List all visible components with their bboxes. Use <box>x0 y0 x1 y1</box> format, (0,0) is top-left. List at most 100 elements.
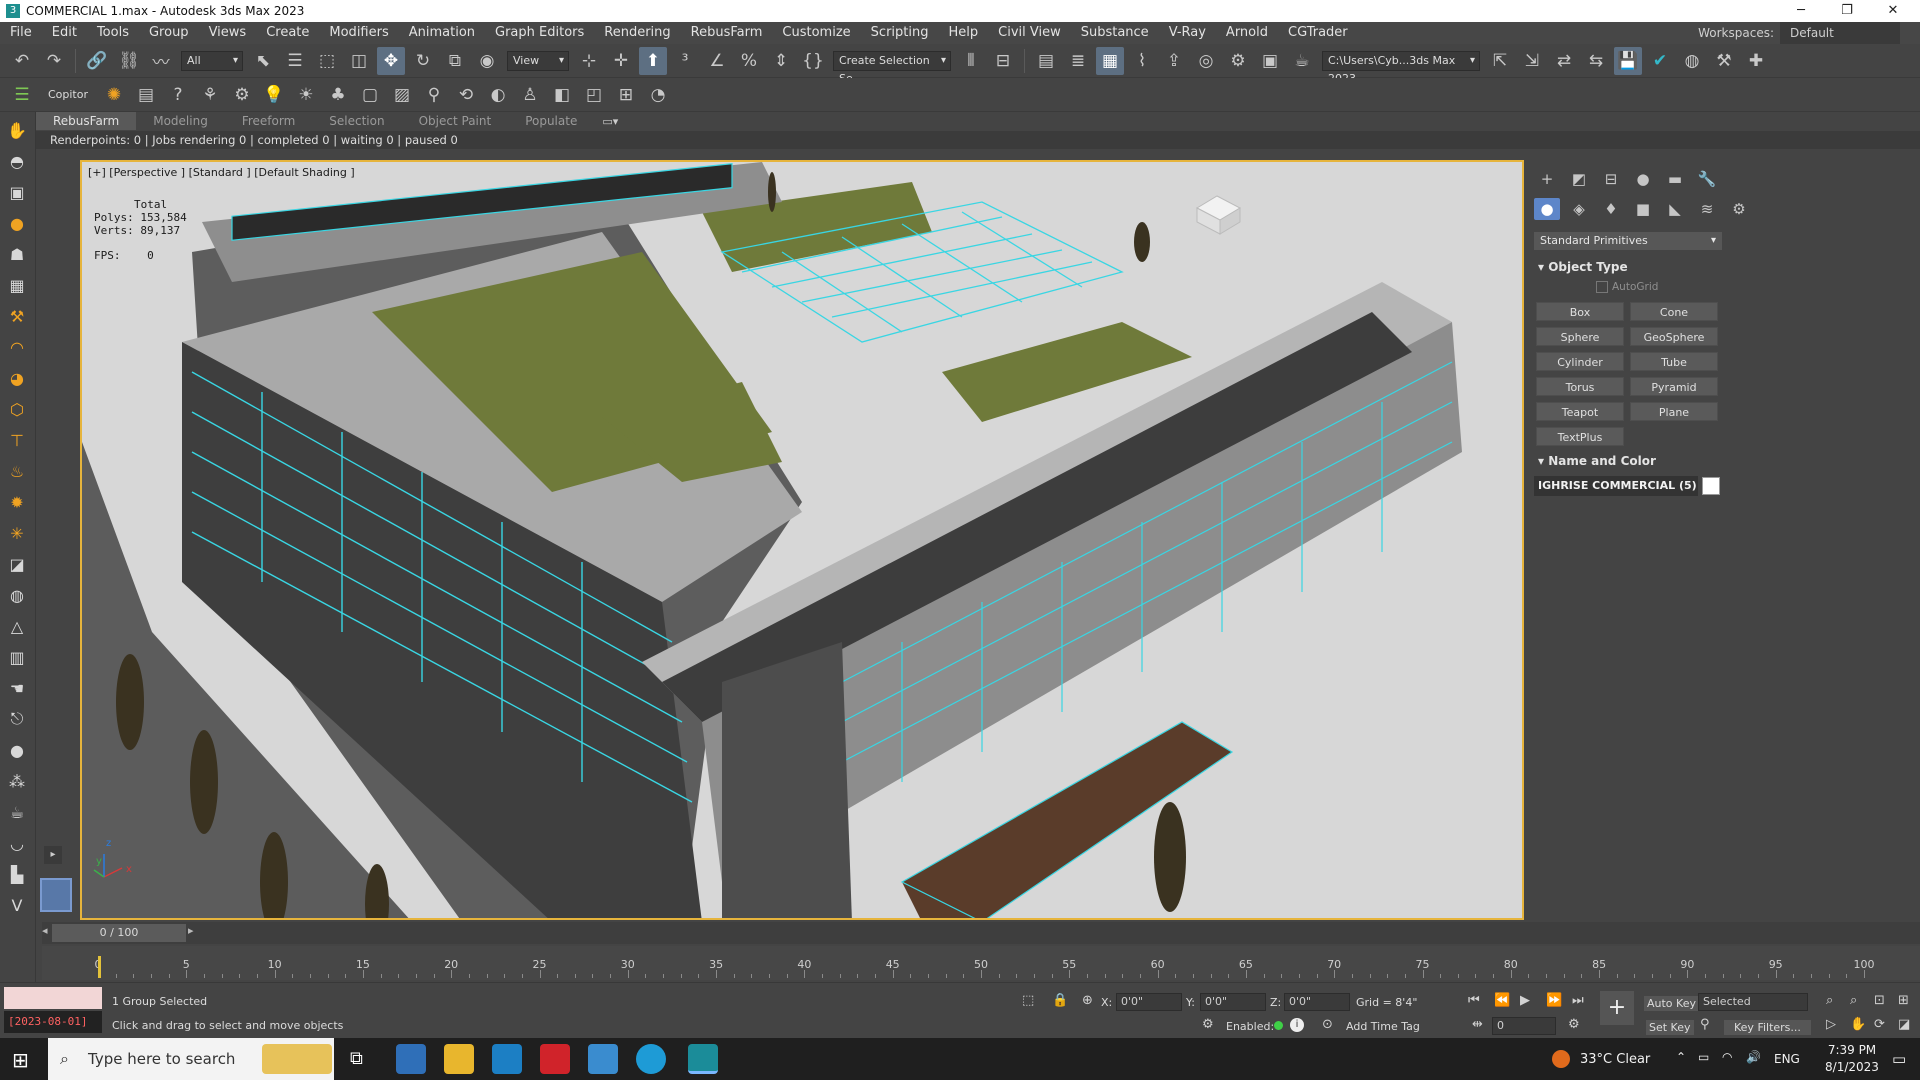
menu-graph-editors[interactable]: Graph Editors <box>485 22 594 44</box>
absolute-mode-icon[interactable]: ⊕ <box>1082 993 1093 1008</box>
rect-selection-region-icon[interactable]: ⬚ <box>313 47 341 75</box>
menu-views[interactable]: Views <box>199 22 257 44</box>
utilities-tab-icon[interactable]: 🔧 <box>1694 168 1720 190</box>
tab-populate[interactable]: Populate <box>508 112 594 130</box>
grid-icon[interactable]: ⊞ <box>612 81 640 109</box>
ribbon-options-icon[interactable]: ▭▾ <box>602 115 618 128</box>
curve-editor-icon[interactable]: ⌇ <box>1128 47 1156 75</box>
box-icon[interactable]: ▣ <box>4 179 30 205</box>
help-icon[interactable]: ? <box>164 81 192 109</box>
vray-icon[interactable]: V <box>4 892 30 918</box>
menu-animation[interactable]: Animation <box>399 22 485 44</box>
torus-button[interactable]: Torus <box>1536 377 1624 396</box>
current-frame-marker[interactable] <box>98 956 101 978</box>
time-slider-thumb[interactable]: 0 / 100 <box>52 924 186 942</box>
table-icon[interactable]: ⊤ <box>4 427 30 453</box>
unlink-icon[interactable]: ⛓ <box>115 47 143 75</box>
acrobat-app-icon[interactable] <box>540 1044 570 1074</box>
hand-icon[interactable]: ✋ <box>4 117 30 143</box>
maximize-viewport-icon[interactable]: ◪ <box>1898 1017 1910 1032</box>
minimize-button[interactable]: ─ <box>1778 0 1824 22</box>
x-coordinate-field[interactable]: 0'0" <box>1116 993 1182 1011</box>
previous-frame-icon[interactable]: ⏪ <box>1494 993 1510 1008</box>
track-bar[interactable]: 0510152025303540455055606570758085909510… <box>42 946 1920 980</box>
tab-object-paint[interactable]: Object Paint <box>402 112 509 130</box>
cube-tool-icon[interactable]: ◪ <box>4 551 30 577</box>
layer-explorer-icon[interactable]: ≣ <box>1064 47 1092 75</box>
set-key-button[interactable]: Set Key <box>1646 1020 1694 1035</box>
windows-start-icon[interactable]: ⊞ <box>12 1048 29 1072</box>
select-and-rotate-icon[interactable]: ↻ <box>409 47 437 75</box>
wand-icon[interactable]: ⚒ <box>1710 47 1738 75</box>
cameras-icon[interactable]: ■ <box>1630 198 1656 220</box>
edit-named-selections-icon[interactable]: {} <box>799 47 827 75</box>
menu-customize[interactable]: Customize <box>772 22 860 44</box>
spotlight-icon[interactable]: ♙ <box>516 81 544 109</box>
listener-icon[interactable]: ▤ <box>132 81 160 109</box>
file-explorer-icon[interactable] <box>444 1044 474 1074</box>
viewport-thumbnail[interactable] <box>40 878 72 912</box>
menu-civil-view[interactable]: Civil View <box>988 22 1071 44</box>
language-indicator[interactable]: ENG <box>1774 1052 1800 1066</box>
isolate-icon[interactable]: ⬚ <box>1022 993 1034 1008</box>
pot-icon[interactable]: ♨ <box>4 458 30 484</box>
menu-substance[interactable]: Substance <box>1071 22 1159 44</box>
glove-icon[interactable]: ☚ <box>4 675 30 701</box>
plane-button[interactable]: Plane <box>1630 402 1718 421</box>
palette-icon[interactable]: ◐ <box>484 81 512 109</box>
task-view-icon[interactable]: ⧉ <box>350 1048 363 1069</box>
info-icon[interactable]: i <box>1290 1018 1304 1032</box>
zoom-extents-icon[interactable]: ⊡ <box>1874 993 1885 1008</box>
primitive-category-dropdown[interactable]: Standard Primitives <box>1534 232 1722 250</box>
layer-toolbar-icon[interactable]: ☰ <box>8 81 36 109</box>
walk-icon[interactable]: ☗ <box>4 241 30 267</box>
go-to-end-icon[interactable]: ⏭ <box>1572 993 1584 1008</box>
open-explorer-icon[interactable]: ⇱ <box>1486 47 1514 75</box>
group-icon[interactable]: ⚙ <box>228 81 256 109</box>
textplus-button[interactable]: TextPlus <box>1536 427 1624 446</box>
camera-icon[interactable]: ◔ <box>644 81 672 109</box>
align-icon[interactable]: ⊟ <box>989 47 1017 75</box>
lock-selection-icon[interactable]: 🔒 <box>1052 993 1068 1008</box>
render-production-icon[interactable]: ☕ <box>1288 47 1316 75</box>
lamp-icon[interactable]: ⚲ <box>420 81 448 109</box>
tube-button[interactable]: Tube <box>1630 352 1718 371</box>
bend-icon[interactable]: ⎋ <box>4 706 30 732</box>
pivot-center-icon[interactable]: ⊹ <box>575 47 603 75</box>
key-filters-button[interactable]: Key Filters... <box>1724 1020 1811 1035</box>
clock-time[interactable]: 7:39 PM <box>1820 1043 1884 1057</box>
ball-icon[interactable]: ● <box>4 737 30 763</box>
menu-rebusfarm[interactable]: RebusFarm <box>681 22 773 44</box>
angle-snap-icon[interactable]: ∠ <box>703 47 731 75</box>
autogrid-checkbox[interactable]: AutoGrid <box>1596 281 1658 293</box>
menu-file[interactable]: File <box>0 22 42 44</box>
reference-coordinate-dropdown[interactable]: View <box>507 50 569 71</box>
snipping-tool-icon[interactable] <box>588 1044 618 1074</box>
selection-filter-dropdown[interactable]: All <box>181 50 243 71</box>
menu-scripting[interactable]: Scripting <box>861 22 939 44</box>
clock-date[interactable]: 8/1/2023 <box>1820 1060 1884 1074</box>
render-setup-icon[interactable]: ⚙ <box>1224 47 1252 75</box>
toggle-ribbon-icon[interactable]: ▦ <box>1096 46 1124 75</box>
schematic-view-icon[interactable]: ⇪ <box>1160 47 1188 75</box>
current-frame-field[interactable]: 0 <box>1492 1017 1556 1035</box>
grid-tool-icon[interactable]: ▦ <box>4 272 30 298</box>
menu-group[interactable]: Group <box>139 22 199 44</box>
zoom-all-icon[interactable]: ⌕ <box>1850 993 1857 1008</box>
play-icon[interactable]: ▶ <box>1520 993 1530 1008</box>
next-key-icon[interactable]: ⏩ <box>1546 993 1562 1008</box>
y-coordinate-field[interactable]: 0'0" <box>1200 993 1266 1011</box>
burst-icon[interactable]: ✳ <box>4 520 30 546</box>
3dsmax-app-icon[interactable]: 3 <box>6 4 20 18</box>
key-mode-dropdown[interactable]: Selected <box>1698 993 1808 1011</box>
space-warps-icon[interactable]: ≋ <box>1694 198 1720 220</box>
copitor-label[interactable]: Copitor <box>38 88 98 101</box>
menu-tools[interactable]: Tools <box>87 22 139 44</box>
pan-icon[interactable]: ✋ <box>1850 1017 1866 1032</box>
mirror-icon[interactable]: ⫴ <box>957 47 985 75</box>
light-lister-icon[interactable]: ⚘ <box>196 81 224 109</box>
menu-create[interactable]: Create <box>256 22 319 44</box>
gem-icon[interactable]: ⬡ <box>4 396 30 422</box>
geometry-icon[interactable]: ● <box>1534 198 1560 220</box>
menu-edit[interactable]: Edit <box>42 22 87 44</box>
